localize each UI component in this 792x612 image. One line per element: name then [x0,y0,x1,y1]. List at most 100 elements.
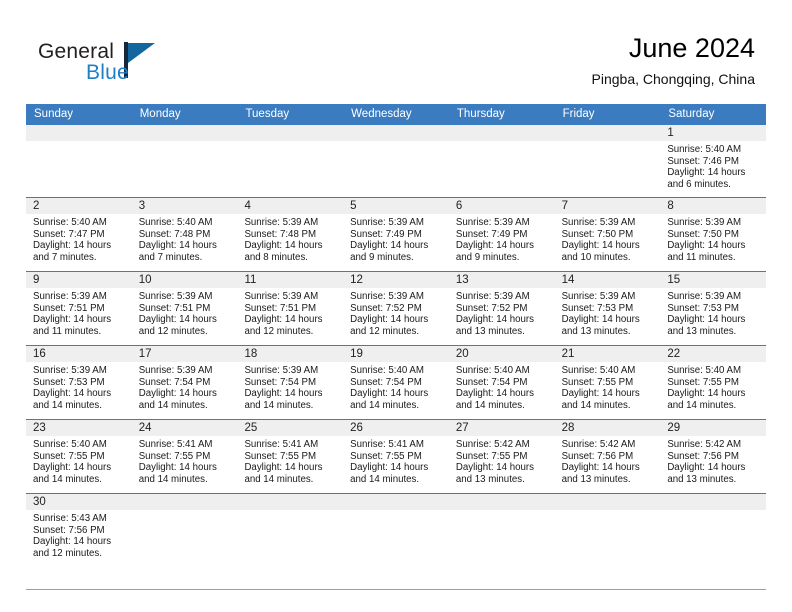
calendar-day-cell[interactable]: 4 Sunrise: 5:39 AM Sunset: 7:48 PM Daylight… [237,198,344,271]
day-details: Sunrise: 5:42 AM Sunset: 7:56 PM Daylight:… [660,436,766,485]
day-detail-daylight-2: and 14 minutes. [138,399,208,411]
calendar-day-cell[interactable]: 14 Sunrise: 5:39 AM Sunset: 7:53 PM Dayligh… [554,272,661,345]
calendar-day-cell[interactable]: 30 Sunrise: 5:43 AM Sunset: 7:56 PM Dayligh… [26,494,132,589]
day-detail-sunset: Sunset: 7:54 PM [350,376,422,388]
day-number-band: 15 [660,272,767,288]
calendar-day-cell[interactable]: 27 Sunrise: 5:42 AM Sunset: 7:55 PM Dayligh… [448,420,555,493]
calendar-day-cell[interactable]: 10 Sunrise: 5:39 AM Sunset: 7:51 PM Dayligh… [131,272,238,345]
day-details: Sunrise: 5:40 AM Sunset: 7:46 PM Daylight:… [660,141,766,190]
calendar-day-cell[interactable]: 25 Sunrise: 5:41 AM Sunset: 7:55 PM Dayligh… [237,420,344,493]
calendar-day-cell[interactable]: 8 Sunrise: 5:39 AM Sunset: 7:50 PM Daylight… [660,198,767,271]
day-detail-daylight-1: Daylight: 14 hours [138,388,217,400]
day-number-band [26,125,132,141]
calendar-day-cell-empty [237,494,344,589]
day-details: Sunrise: 5:42 AM Sunset: 7:55 PM Daylight:… [449,436,555,485]
day-detail-daylight-2: and 13 minutes. [667,473,737,485]
day-detail-sunrise: Sunrise: 5:41 AM [244,439,319,450]
day-detail-daylight-1: Daylight: 14 hours [33,388,112,400]
day-detail-sunset: Sunset: 7:56 PM [33,524,105,536]
calendar-day-cell[interactable]: 17 Sunrise: 5:39 AM Sunset: 7:54 PM Dayligh… [131,346,238,419]
day-detail-daylight-2: and 6 minutes. [667,178,731,190]
calendar-day-cell[interactable]: 7 Sunrise: 5:39 AM Sunset: 7:50 PM Daylight… [554,198,661,271]
calendar-day-cell[interactable]: 2 Sunrise: 5:40 AM Sunset: 7:47 PM Daylight… [26,198,132,271]
day-detail-daylight-2: and 14 minutes. [244,473,314,485]
calendar-day-cell[interactable]: 24 Sunrise: 5:41 AM Sunset: 7:55 PM Dayligh… [131,420,238,493]
day-details: Sunrise: 5:39 AM Sunset: 7:54 PM Daylight:… [237,362,343,411]
day-detail-daylight-1: Daylight: 14 hours [138,314,217,326]
day-detail-sunrise: Sunrise: 5:40 AM [561,365,636,376]
day-detail-daylight-2: and 14 minutes. [667,399,737,411]
day-number-band: 2 [26,198,132,214]
day-number: 8 [667,200,674,212]
day-detail-sunrise: Sunrise: 5:39 AM [667,217,742,228]
calendar-day-cell[interactable]: 22 Sunrise: 5:40 AM Sunset: 7:55 PM Dayligh… [660,346,767,419]
calendar-day-cell[interactable]: 15 Sunrise: 5:39 AM Sunset: 7:53 PM Dayligh… [660,272,767,345]
calendar-day-cell[interactable]: 19 Sunrise: 5:40 AM Sunset: 7:54 PM Dayligh… [343,346,449,419]
day-number: 14 [561,274,575,286]
day-number: 17 [138,348,152,360]
day-number-band: 9 [26,272,132,288]
calendar-day-cell-empty [448,494,555,589]
calendar-day-cell[interactable]: 23 Sunrise: 5:40 AM Sunset: 7:55 PM Dayligh… [26,420,132,493]
day-details: Sunrise: 5:40 AM Sunset: 7:54 PM Daylight:… [449,362,555,411]
calendar-day-cell[interactable]: 21 Sunrise: 5:40 AM Sunset: 7:55 PM Dayligh… [554,346,661,419]
day-detail-daylight-2: and 8 minutes. [244,251,308,263]
calendar-day-cell[interactable]: 5 Sunrise: 5:39 AM Sunset: 7:49 PM Daylight… [343,198,449,271]
day-number: 9 [33,274,40,286]
day-detail-sunrise: Sunrise: 5:39 AM [138,291,213,302]
day-detail-daylight-1: Daylight: 14 hours [561,240,640,252]
day-number: 24 [138,422,152,434]
day-number: 19 [350,348,363,360]
day-detail-sunrise: Sunrise: 5:39 AM [561,217,636,228]
calendar-day-cell[interactable]: 26 Sunrise: 5:41 AM Sunset: 7:55 PM Dayligh… [343,420,449,493]
calendar-day-cell[interactable]: 6 Sunrise: 5:39 AM Sunset: 7:49 PM Daylight… [448,198,555,271]
day-detail-daylight-1: Daylight: 14 hours [350,388,429,400]
day-details: Sunrise: 5:40 AM Sunset: 7:55 PM Daylight:… [555,362,661,411]
day-number-band: 13 [448,272,555,288]
calendar-day-cell[interactable]: 3 Sunrise: 5:40 AM Sunset: 7:48 PM Daylight… [131,198,238,271]
day-detail-daylight-2: and 14 minutes. [244,399,314,411]
calendar-week-row: 16 Sunrise: 5:39 AM Sunset: 7:53 PM Dayligh… [26,345,767,419]
calendar-day-cell-empty [448,125,555,197]
day-number-band: 3 [131,198,238,214]
calendar-day-cell[interactable]: 12 Sunrise: 5:39 AM Sunset: 7:52 PM Dayligh… [343,272,449,345]
calendar-day-cell[interactable]: 29 Sunrise: 5:42 AM Sunset: 7:56 PM Dayligh… [660,420,767,493]
day-detail-sunrise: Sunrise: 5:39 AM [667,291,742,302]
calendar-day-cell[interactable]: 20 Sunrise: 5:40 AM Sunset: 7:54 PM Dayligh… [448,346,555,419]
day-number-band [131,125,238,141]
day-detail-daylight-2: and 14 minutes. [138,473,208,485]
day-details: Sunrise: 5:41 AM Sunset: 7:55 PM Daylight:… [132,436,238,485]
calendar-day-cell[interactable]: 28 Sunrise: 5:42 AM Sunset: 7:56 PM Dayligh… [554,420,661,493]
calendar-day-cell[interactable]: 11 Sunrise: 5:39 AM Sunset: 7:51 PM Dayligh… [237,272,344,345]
day-number-band [131,494,238,510]
day-detail-sunrise: Sunrise: 5:39 AM [350,291,424,302]
day-detail-daylight-1: Daylight: 14 hours [455,314,534,326]
logo-text-blue: Blue [86,61,129,84]
day-number: 13 [455,274,469,286]
calendar-day-cell[interactable]: 18 Sunrise: 5:39 AM Sunset: 7:54 PM Dayligh… [237,346,344,419]
calendar-day-cell[interactable]: 13 Sunrise: 5:39 AM Sunset: 7:52 PM Dayligh… [448,272,555,345]
title-block: June 2024 Pingba, Chongqing, China [592,32,755,89]
day-number-band [343,125,449,141]
day-details: Sunrise: 5:42 AM Sunset: 7:56 PM Daylight:… [555,436,661,485]
calendar-week-row: 1 Sunrise: 5:40 AM Sunset: 7:46 PM Daylight… [26,125,767,197]
day-number-band: 17 [131,346,238,362]
day-detail-sunrise: Sunrise: 5:39 AM [455,217,530,228]
day-detail-daylight-1: Daylight: 14 hours [138,240,217,252]
page-header: General Blue June 2024 Pingba, Chongqing… [0,0,792,100]
calendar-day-cell[interactable]: 1 Sunrise: 5:40 AM Sunset: 7:46 PM Daylight… [660,125,767,197]
day-detail-daylight-2: and 13 minutes. [561,325,631,337]
calendar-day-cell[interactable]: 9 Sunrise: 5:39 AM Sunset: 7:51 PM Daylight… [26,272,132,345]
calendar-day-cell-empty [131,125,238,197]
calendar-weeks: 1 Sunrise: 5:40 AM Sunset: 7:46 PM Daylight… [26,125,767,590]
day-detail-daylight-2: and 14 minutes. [350,473,420,485]
day-detail-daylight-1: Daylight: 14 hours [244,462,323,474]
day-detail-daylight-1: Daylight: 14 hours [33,462,112,474]
day-number-band: 26 [343,420,449,436]
day-number: 3 [138,200,146,212]
day-detail-daylight-1: Daylight: 14 hours [667,462,746,474]
day-detail-daylight-2: and 9 minutes. [455,251,520,263]
day-number-band: 5 [343,198,449,214]
day-detail-sunrise: Sunrise: 5:42 AM [455,439,530,450]
calendar-day-cell[interactable]: 16 Sunrise: 5:39 AM Sunset: 7:53 PM Dayligh… [26,346,132,419]
